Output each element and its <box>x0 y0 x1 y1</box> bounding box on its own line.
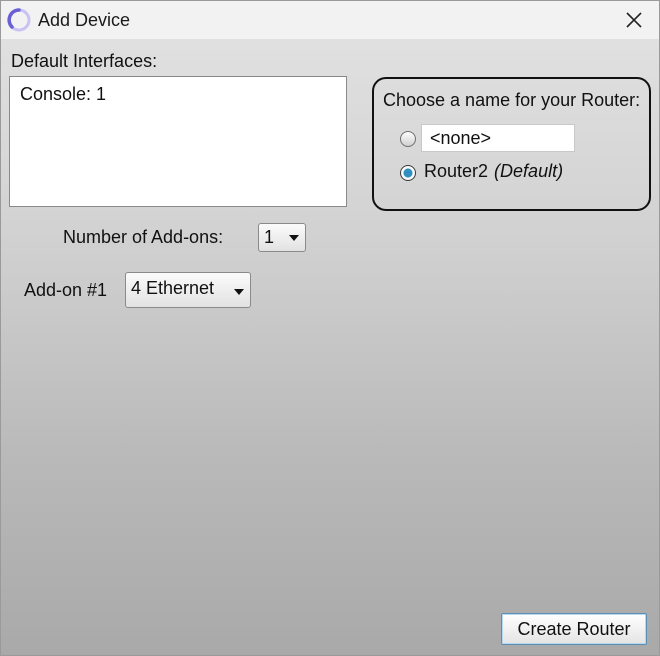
device-app-icon <box>6 7 32 33</box>
chevron-down-icon <box>289 235 299 241</box>
chevron-down-icon <box>234 289 244 295</box>
list-item: Console: 1 <box>20 84 107 104</box>
custom-name-input[interactable]: <none> <box>421 124 575 152</box>
window-title: Add Device <box>38 10 131 30</box>
addon-count-select[interactable]: 1 <box>258 223 306 252</box>
close-button[interactable] <box>609 1 659 39</box>
addon1-select[interactable]: 4 Ethernet <box>125 272 251 308</box>
router-name-group: Choose a name for your Router: <none> Ro… <box>372 77 651 211</box>
default-name-label[interactable]: Router2 (Default) <box>424 161 563 182</box>
addon1-value: 4 Ethernet <box>131 278 215 298</box>
addon-count-value: 1 <box>264 227 275 247</box>
add-device-dialog: Add Device Default Interfaces: Console: … <box>0 0 660 656</box>
title-bar: Add Device <box>1 1 659 39</box>
default-name-hint: (Default) <box>494 161 564 181</box>
default-interfaces-label: Default Interfaces: <box>11 51 158 71</box>
close-icon <box>626 12 642 28</box>
create-router-button[interactable]: Create Router <box>501 613 647 645</box>
name-group-title: Choose a name for your Router: <box>383 90 641 110</box>
addon-count-label: Number of Add-ons: <box>63 227 224 247</box>
default-name-radio[interactable] <box>400 165 416 181</box>
default-name-text: Router2 <box>424 161 489 181</box>
interfaces-list[interactable]: Console: 1 <box>9 76 347 207</box>
custom-name-radio[interactable] <box>400 131 416 147</box>
addon1-label: Add-on #1 <box>24 280 108 300</box>
